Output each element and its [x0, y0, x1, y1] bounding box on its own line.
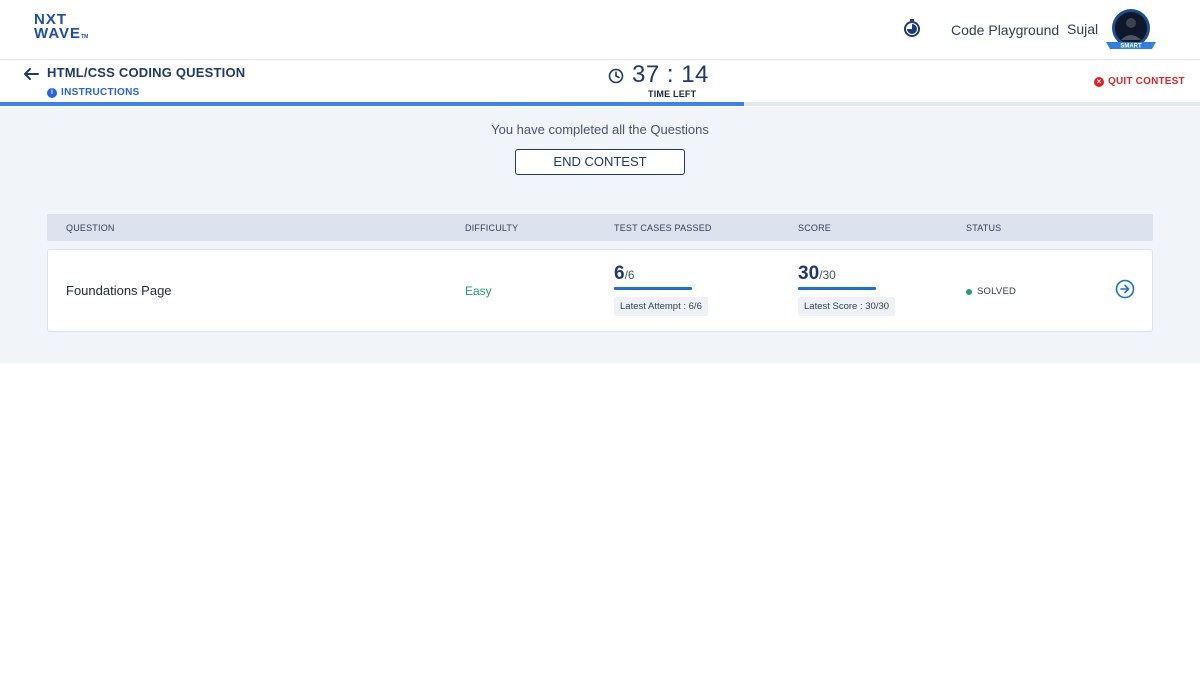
- time-left-value: 37 : 14: [632, 61, 709, 88]
- difficulty-value: Easy: [465, 284, 492, 298]
- quit-contest-label: QUIT CONTEST: [1108, 76, 1185, 87]
- completed-message: You have completed all the Questions: [491, 122, 709, 137]
- quit-contest-button[interactable]: × QUIT CONTEST: [1094, 76, 1185, 87]
- tests-progress-bar: [614, 287, 692, 290]
- header-difficulty: DIFFICULTY: [465, 223, 519, 233]
- tests-total-value: /6: [624, 268, 635, 282]
- status-badge: SOLVED: [966, 286, 1016, 297]
- latest-score-chip: Latest Score : 30/30: [798, 297, 896, 316]
- status-label: SOLVED: [977, 286, 1017, 297]
- logo-line2: WAVETM: [34, 25, 89, 42]
- instructions-label: INSTRUCTIONS: [61, 87, 140, 98]
- score-metric: 30/30 Latest Score : 30/30: [798, 263, 896, 316]
- nxtwave-logo[interactable]: NXT WAVETM: [34, 12, 96, 45]
- clock-icon: [608, 68, 624, 84]
- status-dot-icon: [966, 288, 972, 295]
- score-progress-bar: [798, 287, 876, 290]
- test-cases-metric: 6/6 Latest Attempt : 6/6: [614, 263, 708, 316]
- score-total-value: /30: [819, 268, 836, 282]
- table-row[interactable]: Foundations Page Easy 6/6 Latest Attempt…: [47, 249, 1153, 332]
- username[interactable]: Sujal: [1067, 21, 1098, 37]
- info-icon: i: [47, 87, 57, 98]
- contest-header: HTML/CSS CODING QUESTION i INSTRUCTIONS …: [0, 61, 1200, 107]
- back-arrow-icon[interactable]: [23, 67, 39, 81]
- contest-progress-fill: [0, 102, 744, 106]
- close-circle-icon: ×: [1094, 76, 1104, 87]
- score-value: 30: [798, 263, 820, 284]
- header-test-cases: TEST CASES PASSED: [614, 223, 712, 233]
- tests-passed-value: 6: [614, 263, 625, 284]
- header-status: STATUS: [966, 223, 1002, 233]
- questions-table-header: QUESTION DIFFICULTY TEST CASES PASSED SC…: [47, 214, 1153, 241]
- main-content: You have completed all the Questions END…: [0, 107, 1200, 363]
- header-question: QUESTION: [66, 223, 115, 233]
- instructions-link[interactable]: i INSTRUCTIONS: [47, 87, 140, 98]
- avatar-badge-label: SMART: [1120, 44, 1142, 50]
- top-navbar: NXT WAVETM Code Playground Sujal SMART: [0, 0, 1200, 60]
- latest-attempt-chip: Latest Attempt : 6/6: [614, 297, 708, 316]
- contest-progress-bar: [0, 102, 1200, 106]
- time-left-label: TIME LEFT: [648, 89, 697, 99]
- arrow-right-circle-icon[interactable]: [1115, 279, 1135, 299]
- question-name[interactable]: Foundations Page: [66, 283, 172, 298]
- question-title: HTML/CSS CODING QUESTION: [47, 65, 246, 80]
- header-score: SCORE: [798, 223, 832, 233]
- avatar[interactable]: SMART: [1104, 8, 1158, 52]
- end-contest-button[interactable]: END CONTEST: [515, 149, 685, 175]
- code-playground-link[interactable]: Code Playground: [951, 22, 1059, 38]
- stopwatch-icon[interactable]: [902, 18, 922, 38]
